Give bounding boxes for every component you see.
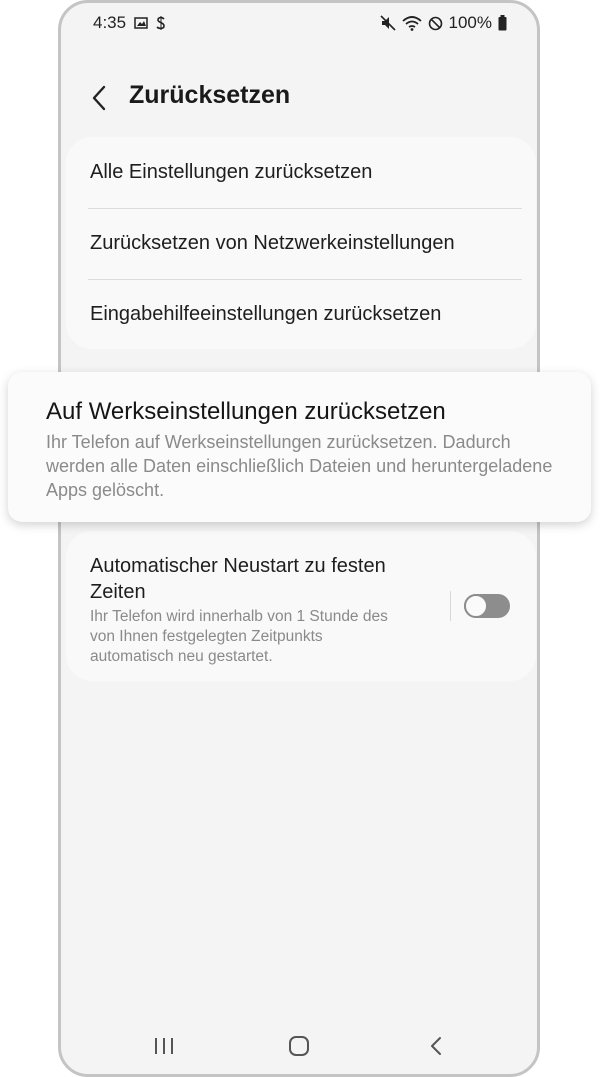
recent-apps-icon[interactable]: [153, 1036, 175, 1061]
battery-percent: 100%: [448, 13, 492, 32]
list-item-label: Alle Einstellungen zurücksetzen: [90, 161, 373, 183]
home-icon[interactable]: [288, 1036, 310, 1061]
page-title: Zurücksetzen: [129, 81, 291, 109]
toggle-knob: [464, 594, 488, 618]
vertical-divider: [450, 591, 451, 621]
factory-reset-description: Ihr Telefon auf Werkseinstellungen zurüc…: [46, 432, 553, 500]
reset-options-card: Alle Einstellungen zurücksetzen Zurückse…: [66, 137, 536, 349]
factory-reset-item[interactable]: Auf Werkseinstellungen zurücksetzen Ihr …: [8, 372, 591, 522]
reset-network-settings-item[interactable]: Zurücksetzen von Netzwerkeinstellungen: [66, 208, 536, 278]
battery-icon: [498, 15, 507, 31]
phone-screen: 4:35 100% Zurücksetzen Alle Einstellunge…: [58, 0, 540, 1077]
back-icon[interactable]: [427, 1036, 445, 1061]
auto-restart-toggle[interactable]: [464, 594, 510, 618]
list-item-label: Zurücksetzen von Netzwerkeinstellungen: [90, 232, 455, 254]
reset-all-settings-item[interactable]: Alle Einstellungen zurücksetzen: [66, 137, 536, 207]
navigation-bar: [61, 1004, 537, 1074]
gallery-icon: [134, 17, 148, 29]
list-item-label: Eingabehilfeeinstellungen zurücksetzen: [90, 303, 442, 325]
app-header: Zurücksetzen: [61, 73, 537, 123]
status-right: 100%: [379, 13, 507, 33]
auto-restart-description: Ihr Telefon wird innerhalb von 1 Stunde …: [90, 608, 388, 665]
factory-reset-title: Auf Werkseinstellungen zurücksetzen: [46, 398, 446, 425]
reset-accessibility-settings-item[interactable]: Eingabehilfeeinstellungen zurücksetzen: [66, 279, 536, 349]
chevron-left-icon[interactable]: [87, 83, 113, 113]
auto-restart-title: Automatischer Neustart zu festen Zeiten: [90, 555, 386, 603]
status-left: 4:35: [93, 13, 166, 33]
s-icon: [156, 16, 166, 30]
auto-restart-card[interactable]: Automatischer Neustart zu festen Zeiten …: [66, 531, 536, 681]
status-time: 4:35: [93, 13, 127, 32]
mute-icon: [379, 15, 396, 31]
wifi-icon: [401, 15, 422, 31]
status-bar: 4:35 100%: [61, 3, 537, 43]
no-disturb-icon: [428, 16, 443, 31]
